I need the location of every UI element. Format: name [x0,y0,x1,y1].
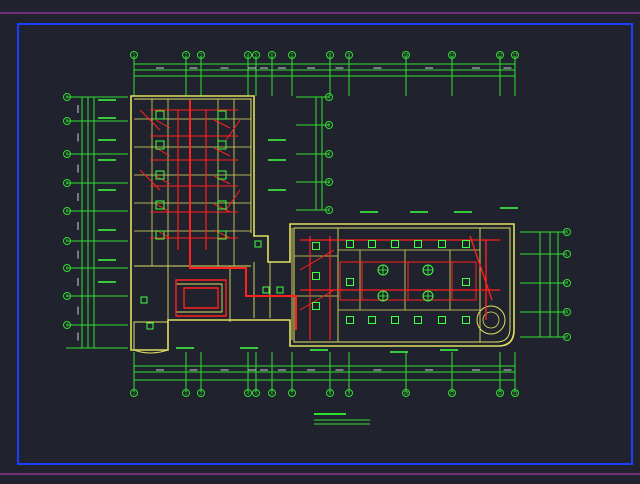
axis-label: 12 [498,53,503,58]
cad-viewport[interactable]: 1 1 2 2 3 3 4 4 5 5 6 6 7 7 8 8 9 9 10 10 11 11 12 12 13 13 A B C D E F… [0,0,640,480]
axis-label: J [66,323,68,328]
axis-label: 10 [404,53,409,58]
axis-label: 10 [404,391,409,396]
axis-label: 11 [450,391,455,396]
axis-label: 11 [450,53,455,58]
axis-label: 13 [513,391,518,396]
axis-label: 12 [498,391,503,396]
axis-label: 13 [513,53,518,58]
cad-drawing: 1122334455667788991010111112121313ABCDEF… [0,0,640,480]
